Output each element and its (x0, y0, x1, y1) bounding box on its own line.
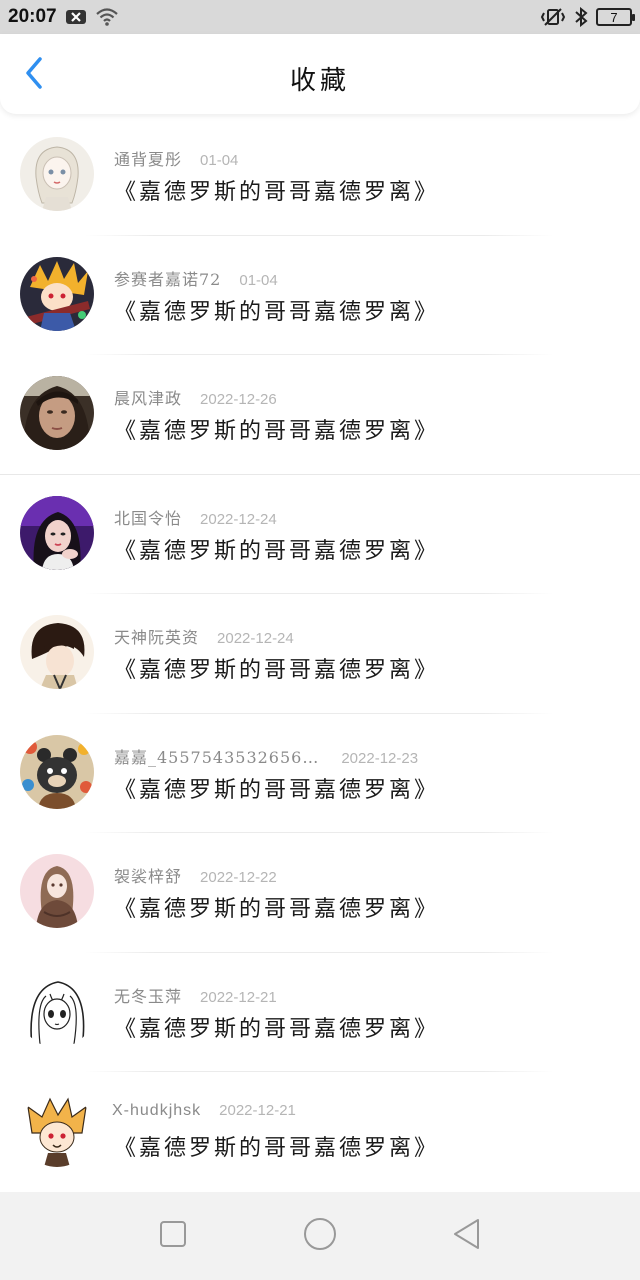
date: 2022-12-24 (217, 630, 294, 647)
avatar[interactable] (20, 137, 94, 211)
username[interactable]: 袈裟梓舒 (114, 863, 182, 887)
username[interactable]: 天神阮英资 (114, 624, 199, 648)
favorite-title[interactable]: 《嘉德罗斯的哥哥嘉德罗离》 (114, 533, 439, 565)
date: 01-04 (200, 152, 239, 169)
favorite-title[interactable]: 《嘉德罗斯的哥哥嘉德罗离》 (114, 772, 439, 804)
list-item[interactable]: 晨风津政 2022-12-26 《嘉德罗斯的哥哥嘉德罗离》 (0, 355, 640, 475)
username[interactable]: 通背夏彤 (114, 146, 182, 170)
battery-level: 7 (610, 9, 618, 25)
list-item[interactable]: 袈裟梓舒 2022-12-22 《嘉德罗斯的哥哥嘉德罗离》 (0, 833, 640, 953)
avatar[interactable] (20, 1093, 94, 1167)
username[interactable]: 嘉嘉_4557543532656… (114, 744, 319, 768)
triangle-back-icon (452, 1218, 482, 1254)
list-item[interactable]: 天神阮英资 2022-12-24 《嘉德罗斯的哥哥嘉德罗离》 (0, 594, 640, 714)
status-bar: 20:07 7 (0, 0, 640, 34)
favorites-list: 通背夏彤 01-04 《嘉德罗斯的哥哥嘉德罗离》 参赛者嘉诺72 01-04 《… (0, 116, 640, 1190)
status-time: 20:07 (8, 6, 57, 27)
bluetooth-icon (574, 7, 588, 27)
system-navigation-bar (0, 1192, 640, 1280)
favorite-title[interactable]: 《嘉德罗斯的哥哥嘉德罗离》 (114, 652, 439, 684)
battery-icon: 7 (596, 8, 635, 26)
header: 收藏 (0, 34, 640, 114)
avatar[interactable] (20, 256, 94, 331)
favorite-title[interactable]: 《嘉德罗斯的哥哥嘉德罗离》 (114, 1011, 439, 1043)
username[interactable]: X-hudkjhsk (112, 1102, 201, 1120)
circle-home-icon (303, 1217, 337, 1255)
list-item[interactable]: X-hudkjhsk 2022-12-21 《嘉德罗斯的哥哥嘉德罗离》 (0, 1072, 640, 1190)
avatar[interactable] (20, 973, 94, 1048)
avatar[interactable] (20, 495, 94, 570)
username[interactable]: 晨风津政 (114, 385, 182, 409)
username[interactable]: 北国令怡 (114, 505, 182, 529)
date: 2022-12-21 (200, 988, 277, 1006)
date: 2022-12-26 (200, 391, 277, 408)
avatar[interactable] (20, 854, 94, 928)
avatar[interactable] (20, 734, 94, 809)
home-button[interactable] (295, 1211, 345, 1261)
avatar[interactable] (20, 615, 94, 689)
avatar[interactable] (20, 376, 94, 450)
favorite-title[interactable]: 《嘉德罗斯的哥哥嘉德罗离》 (114, 174, 439, 206)
date: 2022-12-23 (341, 749, 419, 767)
back-nav-button[interactable] (442, 1211, 492, 1261)
vibrate-icon (540, 7, 566, 27)
list-item[interactable]: 无冬玉萍 2022-12-21 《嘉德罗斯的哥哥嘉德罗离》 (0, 953, 640, 1072)
date: 2022-12-22 (200, 869, 277, 886)
list-item[interactable]: 北国令怡 2022-12-24 《嘉德罗斯的哥哥嘉德罗离》 (0, 475, 640, 594)
username[interactable]: 无冬玉萍 (114, 983, 182, 1007)
square-recents-icon (159, 1220, 187, 1252)
favorite-title[interactable]: 《嘉德罗斯的哥哥嘉德罗离》 (114, 1130, 439, 1162)
favorite-title[interactable]: 《嘉德罗斯的哥哥嘉德罗离》 (114, 294, 439, 326)
list-item[interactable]: 嘉嘉_4557543532656… 2022-12-23 《嘉德罗斯的哥哥嘉德罗… (0, 714, 640, 833)
recents-button[interactable] (148, 1211, 198, 1261)
page-title: 收藏 (289, 66, 350, 96)
date: 2022-12-24 (200, 510, 277, 528)
list-item[interactable]: 参赛者嘉诺72 01-04 《嘉德罗斯的哥哥嘉德罗离》 (0, 236, 640, 355)
date: 2022-12-21 (219, 1102, 296, 1119)
date: 01-04 (239, 271, 278, 289)
favorite-title[interactable]: 《嘉德罗斯的哥哥嘉德罗离》 (114, 413, 439, 445)
list-item[interactable]: 通背夏彤 01-04 《嘉德罗斯的哥哥嘉德罗离》 (0, 116, 640, 236)
favorite-title[interactable]: 《嘉德罗斯的哥哥嘉德罗离》 (114, 891, 439, 923)
wifi-icon (95, 7, 119, 27)
notification-x-icon (65, 8, 87, 26)
username[interactable]: 参赛者嘉诺72 (114, 266, 221, 290)
